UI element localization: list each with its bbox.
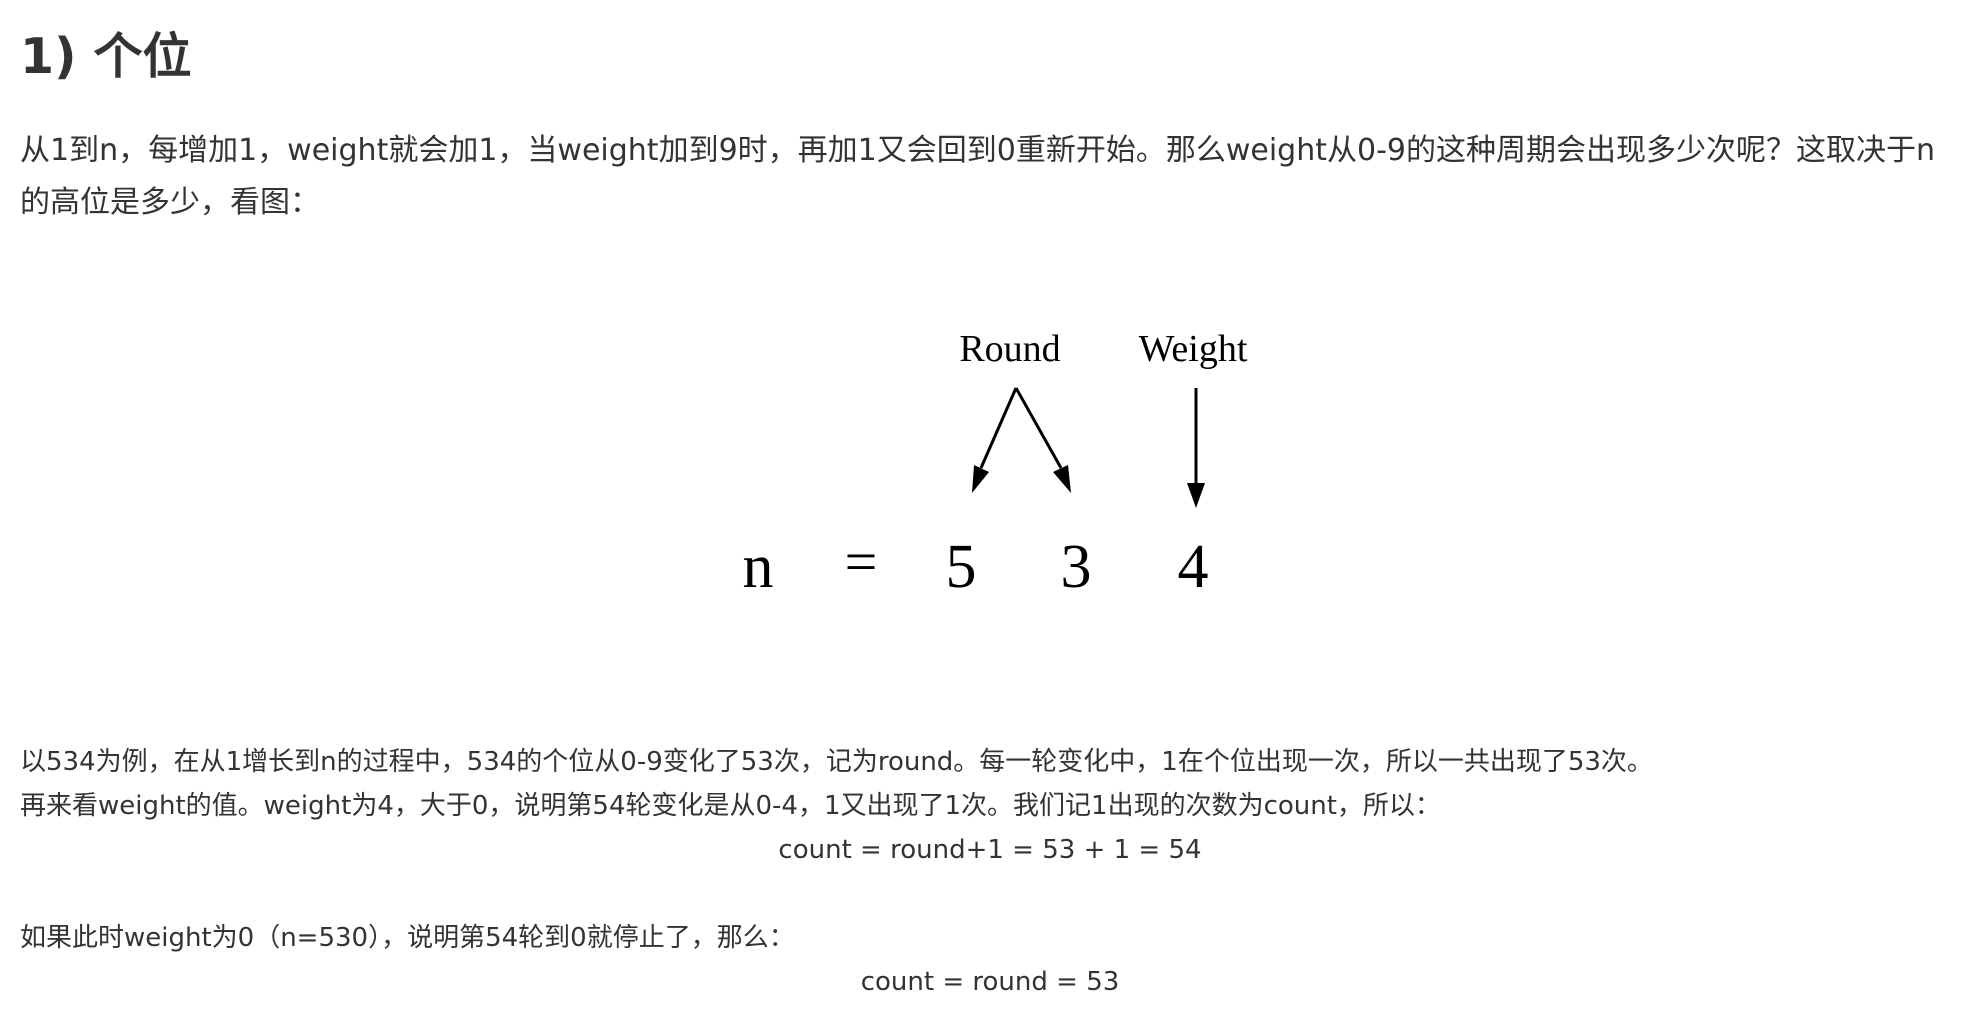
weight-label: Weight <box>1139 328 1248 370</box>
round-arrow-right <box>1014 387 1063 469</box>
explanation-line-2: 再来看weight的值。weight为4，大于0，说明第54轮变化是从0-4，1… <box>20 791 1441 821</box>
formula-with-weight: count = round+1 = 53 + 1 = 54 <box>778 835 1202 865</box>
round-arrows <box>979 387 1198 483</box>
intro-paragraph: 从1到n，每增加1，weight就会加1，当weight加到9时，再加1又会回到… <box>20 133 1935 220</box>
explanation-block: 以534为例，在从1增长到n的过程中，534的个位从0-9变化了53次，记为ro… <box>20 740 1960 1004</box>
digit-hundreds: 5 <box>946 533 977 601</box>
equals-symbol: = <box>845 529 878 594</box>
section-heading: 1) 个位 <box>20 28 192 85</box>
formula-zero-weight: count = round = 53 <box>860 967 1120 997</box>
digit-tens: 3 <box>1061 533 1092 601</box>
arrowhead-icon <box>972 465 989 493</box>
round-label: Round <box>959 328 1060 370</box>
digit-diagram: Round Weight n = 5 3 4 <box>0 305 1978 625</box>
n-symbol: n <box>743 533 774 601</box>
arrowhead-icon <box>1053 465 1071 493</box>
explanation-line-3: 如果此时weight为0（n=530），说明第54轮到0就停止了，那么： <box>20 923 795 953</box>
explanation-line-1: 以534为例，在从1增长到n的过程中，534的个位从0-9变化了53次，记为ro… <box>20 747 1653 777</box>
digit-ones: 4 <box>1178 533 1209 601</box>
round-arrow-left <box>979 387 1018 469</box>
article-page: 1) 个位 从1到n，每增加1，weight就会加1，当weight加到9时，再… <box>0 0 1978 1026</box>
arrowhead-icon <box>1187 483 1205 508</box>
digit-diagram-svg: Round Weight n = 5 3 4 <box>743 328 1248 601</box>
